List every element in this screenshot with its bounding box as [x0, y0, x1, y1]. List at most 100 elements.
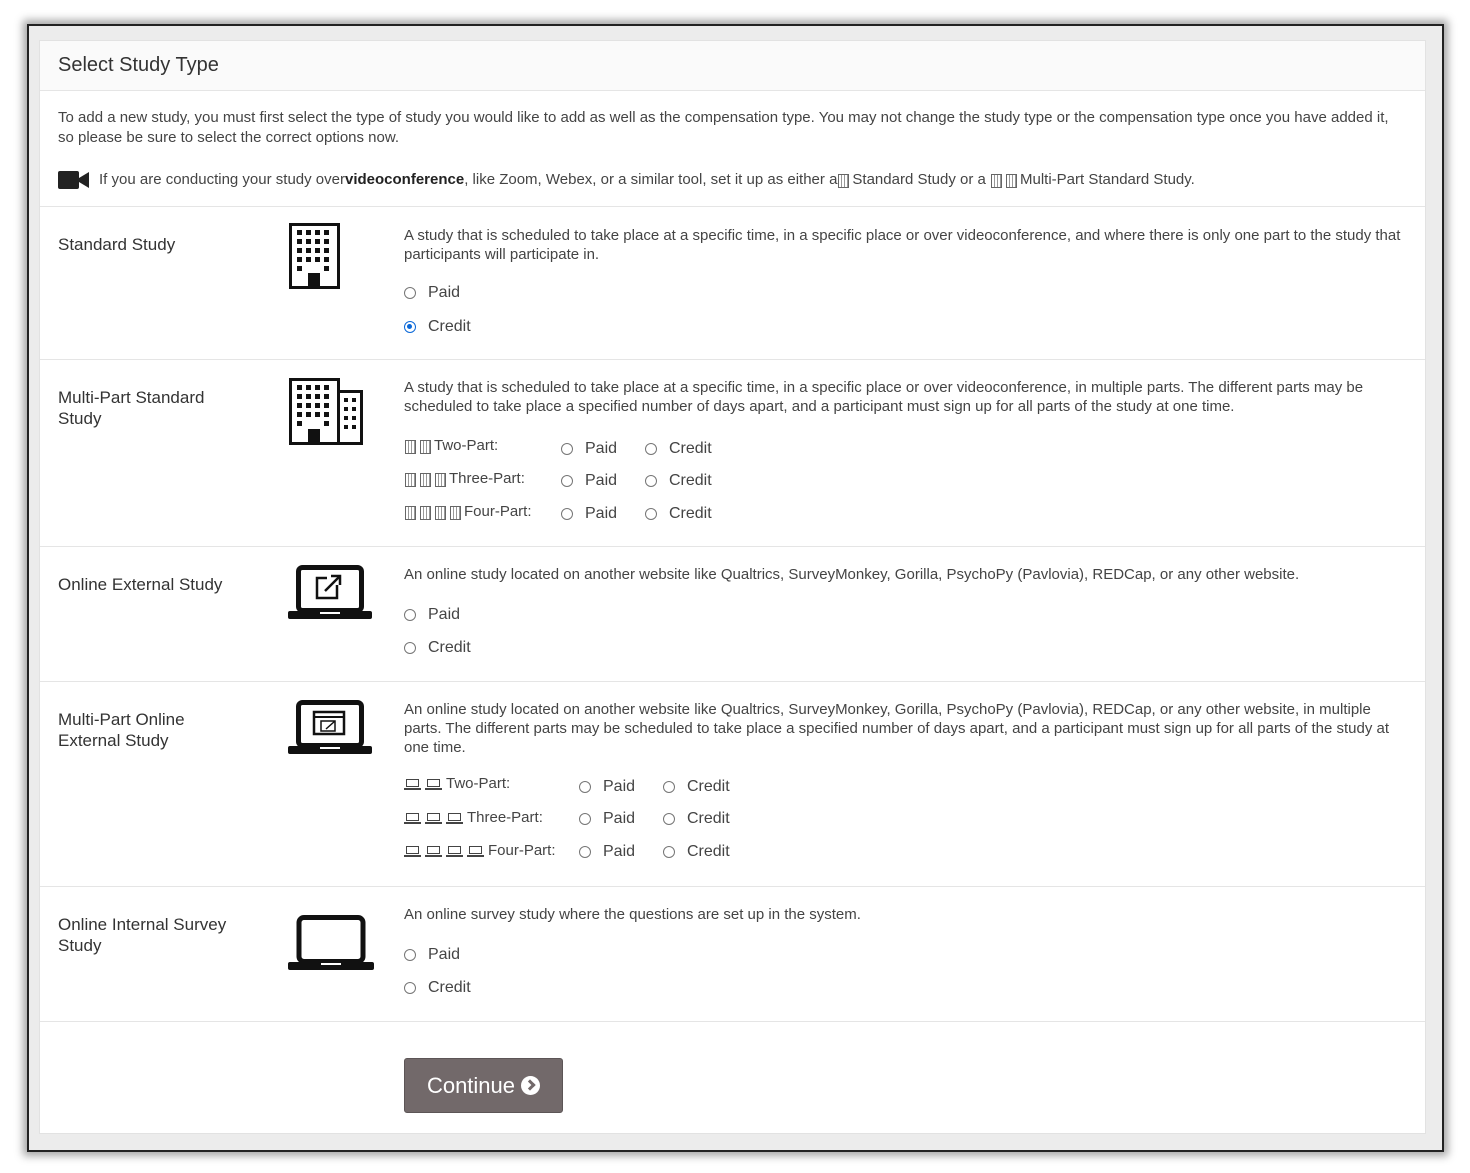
online-external-credit-radio[interactable]: Credit	[404, 639, 471, 657]
small-building-icon	[435, 505, 446, 520]
radio-label: Credit	[669, 472, 712, 489]
buildings-icon	[289, 378, 363, 445]
small-laptop-icon	[425, 845, 442, 857]
multi-online-four-part-credit-radio[interactable]: Credit	[663, 843, 730, 861]
part-label: Two-Part:	[434, 437, 499, 454]
small-building-icon	[838, 174, 850, 188]
part-label: Four-Part:	[488, 842, 556, 859]
chevron-right-circle-icon	[521, 1076, 541, 1095]
multi-online-description: An online study located on another websi…	[404, 701, 1390, 756]
radio-label: Credit	[687, 843, 730, 860]
radio-label: Paid	[428, 284, 461, 301]
multi-online-label: Multi-Part Online External Study	[58, 710, 185, 750]
multi-standard-four-part-label: Four-Part:	[404, 503, 532, 520]
radio-circle[interactable]	[663, 813, 675, 825]
radio-label: Paid	[585, 440, 618, 457]
video-note-mid: , like Zoom, Webex, or a similar tool, s…	[464, 171, 838, 188]
small-building-icon	[991, 174, 1003, 188]
radio-label: Paid	[603, 778, 636, 795]
online-external-label: Online External Study	[58, 575, 223, 594]
small-building-icon	[450, 505, 461, 520]
radio-circle[interactable]	[404, 982, 416, 994]
standard-credit-radio[interactable]: Credit	[404, 318, 471, 336]
radio-circle[interactable]	[561, 508, 573, 520]
radio-circle[interactable]	[404, 287, 416, 299]
online-external-description: An online study located on another websi…	[404, 566, 1300, 583]
online-internal-paid-radio[interactable]: Paid	[404, 946, 460, 964]
row-standard-study: Standard Study A study that is scheduled…	[40, 207, 1425, 360]
small-laptop-icon	[467, 845, 484, 857]
radio-circle[interactable]	[561, 475, 573, 487]
small-laptop-icon	[446, 812, 463, 824]
radio-circle[interactable]	[645, 443, 657, 455]
small-laptop-icon	[404, 778, 421, 790]
radio-label: Credit	[428, 318, 471, 335]
small-building-icon	[420, 472, 431, 487]
multi-online-four-part-paid-radio[interactable]: Paid	[579, 843, 635, 861]
intro-text: To add a new study, you must first selec…	[58, 109, 1389, 146]
multi-online-three-part-credit-radio[interactable]: Credit	[663, 810, 730, 828]
multi-standard-four-part-paid-radio[interactable]: Paid	[561, 505, 617, 523]
online-internal-credit-radio[interactable]: Credit	[404, 979, 471, 997]
small-building-icon	[1006, 174, 1018, 188]
radio-circle[interactable]	[645, 508, 657, 520]
radio-circle[interactable]	[579, 813, 591, 825]
multi-online-two-part-paid-radio[interactable]: Paid	[579, 778, 635, 796]
video-note-pre: If you are conducting your study over	[99, 171, 345, 188]
multi-standard-two-part-paid-radio[interactable]: Paid	[561, 440, 617, 458]
radio-circle[interactable]	[579, 781, 591, 793]
multi-online-four-part-label: Four-Part:	[404, 842, 556, 859]
intro-section: To add a new study, you must first selec…	[40, 91, 1425, 207]
multi-standard-label: Multi-Part Standard Study	[58, 388, 205, 428]
multi-online-two-part-label: Two-Part:	[404, 775, 510, 792]
small-laptop-icon	[425, 812, 442, 824]
row-multi-part-standard-study: Multi-Part Standard Study A study that i…	[40, 360, 1425, 547]
radio-label: Paid	[585, 472, 618, 489]
radio-label: Paid	[603, 810, 636, 827]
radio-label: Credit	[669, 440, 712, 457]
video-note-multi: Multi-Part Standard Study.	[1020, 171, 1195, 188]
page-title: Select Study Type	[40, 41, 1425, 91]
small-building-icon	[405, 439, 416, 454]
radio-circle[interactable]	[579, 846, 591, 858]
radio-circle[interactable]	[404, 949, 416, 961]
standard-paid-radio[interactable]: Paid	[404, 284, 460, 302]
small-laptop-icon	[404, 845, 421, 857]
multi-standard-three-part-credit-radio[interactable]: Credit	[645, 472, 712, 490]
video-note-standard: Standard Study	[852, 171, 956, 188]
video-camera-icon	[58, 171, 89, 189]
radio-circle-selected[interactable]	[404, 321, 416, 333]
video-note-bold: videoconference	[344, 171, 465, 188]
multi-standard-three-part-paid-radio[interactable]: Paid	[561, 472, 617, 490]
small-building-icon	[420, 439, 431, 454]
radio-circle[interactable]	[663, 781, 675, 793]
online-external-paid-radio[interactable]: Paid	[404, 606, 460, 624]
radio-circle[interactable]	[663, 846, 675, 858]
window-frame: Select Study Type To add a new study, yo…	[27, 24, 1444, 1152]
radio-label: Paid	[585, 505, 618, 522]
multi-standard-two-part-credit-radio[interactable]: Credit	[645, 440, 712, 458]
continue-button[interactable]: Continue	[404, 1058, 563, 1113]
radio-circle[interactable]	[404, 609, 416, 621]
small-building-icon	[435, 472, 446, 487]
small-building-icon	[420, 505, 431, 520]
radio-circle[interactable]	[404, 642, 416, 654]
radio-label: Credit	[669, 505, 712, 522]
multi-online-three-part-paid-radio[interactable]: Paid	[579, 810, 635, 828]
videoconference-note: If you are conducting your study over vi…	[58, 170, 1407, 190]
laptop-icon	[288, 915, 374, 970]
multi-online-two-part-credit-radio[interactable]: Credit	[663, 778, 730, 796]
small-laptop-icon	[446, 845, 463, 857]
online-internal-description: An online survey study where the questio…	[404, 906, 861, 923]
radio-label: Credit	[428, 639, 471, 656]
row-online-internal-survey-study: Online Internal Survey Study An online s…	[40, 887, 1425, 1022]
row-online-external-study: Online External Study An online study lo…	[40, 547, 1425, 682]
study-type-panel: Select Study Type To add a new study, yo…	[39, 40, 1426, 1134]
multi-standard-four-part-credit-radio[interactable]: Credit	[645, 505, 712, 523]
radio-circle[interactable]	[645, 475, 657, 487]
part-label: Two-Part:	[446, 775, 511, 792]
radio-circle[interactable]	[561, 443, 573, 455]
part-label: Three-Part:	[467, 809, 543, 826]
multi-standard-description: A study that is scheduled to take place …	[404, 379, 1364, 415]
small-laptop-icon	[425, 778, 442, 790]
